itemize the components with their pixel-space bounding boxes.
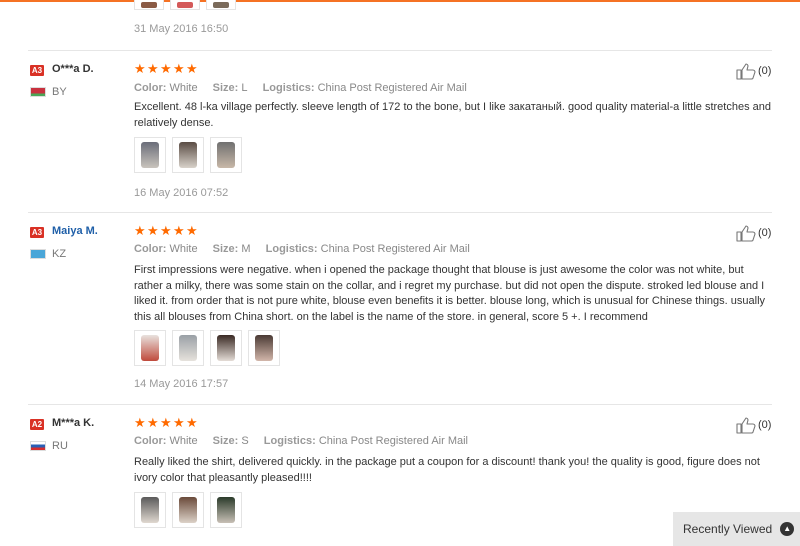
country-flag-icon [30, 249, 46, 259]
helpful-count: (0) [758, 419, 772, 431]
previous-review-photos [134, 0, 236, 10]
star-icon: ★ [134, 415, 146, 430]
size-value: M [241, 243, 251, 255]
review-photos [134, 330, 280, 366]
star-icon: ★ [160, 415, 172, 430]
review-item: A3 Maiya M. KZ ★ ★ ★ ★ ★ Color: White Size: … [0, 212, 800, 404]
order-info: Color: White Size: M Logistics: China Po… [134, 243, 470, 255]
reviewer-name: M***a K. [52, 417, 95, 429]
star-rating: ★ ★ ★ ★ ★ [134, 415, 198, 430]
buyer-level-badge: A2 [30, 419, 44, 430]
review-photos [134, 137, 242, 173]
review-photo-thumbnail[interactable] [248, 330, 280, 366]
review-text: First impressions were negative. when i … [134, 264, 766, 323]
review-photos [134, 492, 242, 528]
reviewer-name[interactable]: Maiya M. [52, 225, 98, 237]
star-icon: ★ [160, 61, 172, 76]
review-divider [28, 50, 772, 51]
logistics-value: China Post Registered Air Mail [317, 82, 467, 94]
review-text: Excellent. 48 l-ka village perfectly. sl… [134, 101, 771, 129]
review-date: 14 May 2016 17:57 [134, 378, 229, 390]
star-icon: ★ [134, 61, 146, 76]
star-rating: ★ ★ ★ ★ ★ [134, 223, 198, 238]
color-value: White [169, 82, 198, 94]
star-icon: ★ [173, 415, 185, 430]
review-photo-thumbnail[interactable] [170, 0, 200, 10]
review-photo-thumbnail[interactable] [172, 137, 204, 173]
size-value: S [241, 435, 249, 447]
order-info: Color: White Size: S Logistics: China Po… [134, 435, 468, 447]
reviewer-country: RU [52, 440, 68, 452]
star-icon: ★ [147, 223, 159, 238]
color-label: Color: [134, 243, 167, 255]
reviewer-name: O***a D. [52, 63, 94, 75]
size-label: Size: [212, 435, 239, 447]
review-date: 31 May 2016 16:50 [134, 23, 229, 35]
reviewer-country: BY [52, 86, 67, 98]
buyer-level-badge: A3 [30, 65, 44, 76]
thumbs-up-icon [736, 417, 756, 434]
review-divider [28, 212, 772, 213]
color-label: Color: [134, 82, 167, 94]
logistics-value: China Post Registered Air Mail [318, 435, 468, 447]
review-photo-thumbnail[interactable] [134, 492, 166, 528]
logistics-label: Logistics: [265, 243, 318, 255]
review-photo-thumbnail[interactable] [210, 330, 242, 366]
recently-viewed-label: Recently Viewed [683, 522, 773, 536]
star-icon: ★ [186, 61, 198, 76]
review-text: Really liked the shirt, delivered quickl… [134, 456, 760, 484]
logistics-label: Logistics: [262, 82, 315, 94]
logistics-label: Logistics: [263, 435, 316, 447]
star-icon: ★ [173, 223, 185, 238]
top-accent-line [0, 0, 800, 2]
color-value: White [169, 243, 198, 255]
review-date: 16 May 2016 07:52 [134, 187, 229, 199]
helpful-button[interactable]: (0) [736, 416, 771, 434]
helpful-count: (0) [758, 65, 772, 77]
helpful-count: (0) [758, 227, 772, 239]
review-photo-thumbnail[interactable] [134, 0, 164, 10]
review-divider [28, 404, 772, 405]
review-photo-thumbnail[interactable] [134, 330, 166, 366]
review-photo-thumbnail[interactable] [172, 330, 204, 366]
order-info: Color: White Size: L Logistics: China Po… [134, 82, 467, 94]
recently-viewed-button[interactable]: Recently Viewed ▲ [673, 512, 800, 546]
size-label: Size: [212, 243, 239, 255]
star-rating: ★ ★ ★ ★ ★ [134, 61, 198, 76]
helpful-button[interactable]: (0) [736, 62, 771, 80]
color-value: White [169, 435, 198, 447]
thumbs-up-icon [736, 63, 756, 80]
size-value: L [241, 82, 248, 94]
helpful-button[interactable]: (0) [736, 224, 771, 242]
review-item: A3 O***a D. BY ★ ★ ★ ★ ★ Color: White Size: … [0, 50, 800, 212]
star-icon: ★ [186, 223, 198, 238]
review-photo-thumbnail[interactable] [206, 0, 236, 10]
country-flag-icon [30, 441, 46, 451]
logistics-value: China Post Registered Air Mail [320, 243, 470, 255]
star-icon: ★ [147, 415, 159, 430]
country-flag-icon [30, 87, 46, 97]
reviewer-country: KZ [52, 248, 67, 260]
color-label: Color: [134, 435, 167, 447]
chevron-up-icon: ▲ [780, 522, 795, 536]
thumbs-up-icon [736, 225, 756, 242]
star-icon: ★ [160, 223, 172, 238]
size-label: Size: [212, 82, 239, 94]
star-icon: ★ [134, 223, 146, 238]
star-icon: ★ [147, 61, 159, 76]
buyer-level-badge: A3 [30, 227, 44, 238]
review-photo-thumbnail[interactable] [172, 492, 204, 528]
star-icon: ★ [186, 415, 198, 430]
review-photo-thumbnail[interactable] [134, 137, 166, 173]
review-photo-thumbnail[interactable] [210, 137, 242, 173]
star-icon: ★ [173, 61, 185, 76]
review-photo-thumbnail[interactable] [210, 492, 242, 528]
